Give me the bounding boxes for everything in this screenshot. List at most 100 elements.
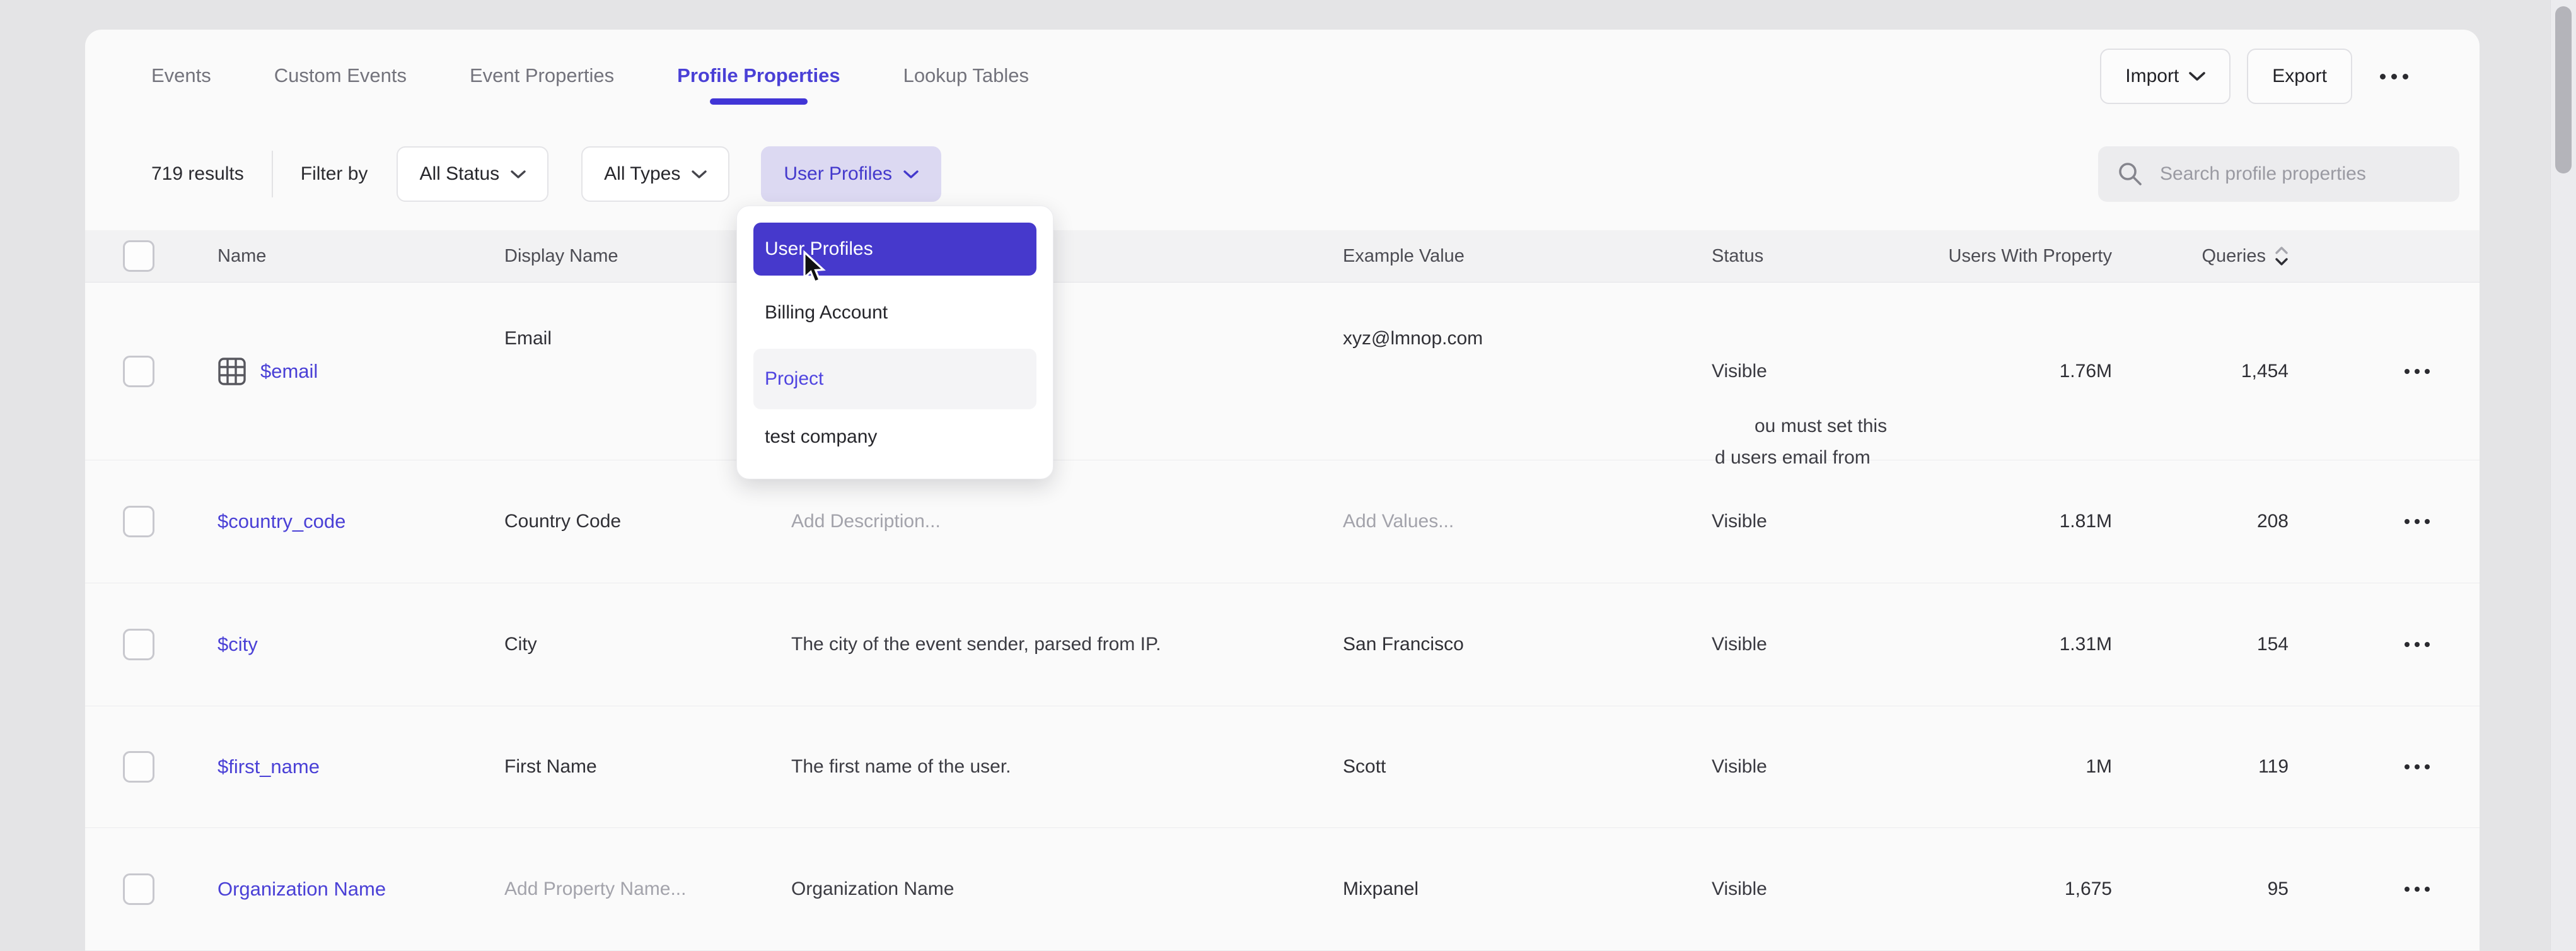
- import-label: Import: [2125, 66, 2179, 87]
- filter-bar: 719 results Filter by All Status All Typ…: [151, 146, 2459, 202]
- property-name-link[interactable]: $city: [218, 633, 258, 656]
- menu-item-label: Project: [765, 368, 823, 390]
- table-row: $city City The city of the event sender,…: [85, 583, 2480, 706]
- status-value: Visible: [1712, 756, 1767, 778]
- tab-profile-properties[interactable]: Profile Properties: [677, 62, 840, 105]
- menu-item-billing-account[interactable]: Billing Account: [753, 286, 1036, 339]
- content-card: Events Custom Events Event Properties Pr…: [85, 30, 2480, 951]
- table-row: Organization Name Add Property Name... O…: [85, 828, 2480, 951]
- column-header-status: Status: [1674, 246, 1885, 267]
- search-input[interactable]: [2159, 163, 2440, 185]
- row-actions-button[interactable]: [2396, 756, 2439, 778]
- display-name-field[interactable]: Email: [504, 328, 552, 349]
- tab-label: Event Properties: [470, 62, 614, 89]
- properties-table: Name Display Name Example Value Status U…: [85, 230, 2480, 951]
- queries-value: 119: [2258, 756, 2289, 778]
- chevron-down-icon: [692, 170, 707, 179]
- more-actions-button[interactable]: [2369, 50, 2420, 103]
- table-row: $email Email ou must set this d users em…: [85, 283, 2480, 460]
- property-name-link[interactable]: Organization Name: [218, 878, 386, 901]
- status-value: Visible: [1712, 361, 1767, 382]
- description-field[interactable]: Add Description...: [791, 511, 941, 532]
- display-name-field[interactable]: Country Code: [504, 511, 621, 532]
- menu-item-project[interactable]: Project: [753, 349, 1036, 409]
- column-header-name: Name: [180, 246, 467, 267]
- status-value: Visible: [1712, 634, 1767, 655]
- users-with-property-value: 1M: [2086, 756, 2112, 778]
- entity-filter-label: User Profiles: [784, 163, 892, 185]
- tab-label: Lookup Tables: [903, 62, 1029, 89]
- tab-events[interactable]: Events: [151, 62, 211, 105]
- column-header-example-value: Example Value: [1305, 246, 1674, 267]
- description-field[interactable]: The first name of the user.: [791, 756, 1011, 778]
- row-checkbox[interactable]: [123, 751, 154, 783]
- users-with-property-value: 1.31M: [2060, 634, 2112, 655]
- import-button[interactable]: Import: [2100, 49, 2231, 104]
- display-name-field[interactable]: First Name: [504, 756, 597, 778]
- row-actions-button[interactable]: [2396, 510, 2439, 533]
- row-actions-button[interactable]: [2396, 360, 2439, 383]
- status-value: Visible: [1712, 511, 1767, 532]
- tab-custom-events[interactable]: Custom Events: [274, 62, 407, 105]
- users-with-property-value: 1.81M: [2060, 511, 2112, 532]
- tab-lookup-tables[interactable]: Lookup Tables: [903, 62, 1029, 105]
- example-value-field[interactable]: San Francisco: [1343, 634, 1464, 655]
- tab-label: Events: [151, 62, 211, 89]
- queries-value: 95: [2268, 878, 2289, 900]
- chevron-down-icon: [2189, 71, 2205, 81]
- row-actions-button[interactable]: [2396, 878, 2439, 901]
- users-with-property-value: 1.76M: [2060, 361, 2112, 382]
- example-value-field[interactable]: xyz@lmnop.com: [1343, 328, 1483, 349]
- tab-label: Profile Properties: [677, 62, 840, 89]
- results-count: 719 results: [151, 163, 244, 185]
- description-fragment: ou must set this: [1755, 416, 1887, 437]
- menu-item-test-company[interactable]: test company: [753, 411, 1036, 464]
- menu-item-user-profiles[interactable]: User Profiles: [753, 223, 1036, 276]
- tab-event-properties[interactable]: Event Properties: [470, 62, 614, 105]
- row-checkbox[interactable]: [123, 629, 154, 660]
- row-actions-button[interactable]: [2396, 633, 2439, 656]
- description-field[interactable]: The city of the event sender, parsed fro…: [791, 634, 1161, 655]
- tab-label: Custom Events: [274, 62, 407, 89]
- status-filter-label: All Status: [419, 163, 499, 185]
- active-tab-underline: [710, 98, 808, 105]
- column-header-users-with-property: Users With Property: [1885, 246, 2200, 267]
- divider: [272, 151, 273, 197]
- example-value-field[interactable]: Mixpanel: [1343, 878, 1419, 900]
- display-name-field[interactable]: Add Property Name...: [504, 878, 686, 900]
- search-box: [2098, 146, 2459, 202]
- description-fragment: d users email from: [1715, 447, 1871, 469]
- status-filter-dropdown[interactable]: All Status: [397, 146, 548, 202]
- menu-item-label: User Profiles: [765, 238, 873, 260]
- column-header-queries[interactable]: Queries: [2200, 245, 2370, 267]
- export-button[interactable]: Export: [2247, 49, 2352, 104]
- lookup-table-grid-icon: [218, 357, 247, 386]
- table-row: $country_code Country Code Add Descripti…: [85, 460, 2480, 583]
- type-filter-label: All Types: [604, 163, 680, 185]
- display-name-field[interactable]: City: [504, 634, 537, 655]
- users-with-property-value: 1,675: [2065, 878, 2112, 900]
- toolbar: Import Export: [2100, 49, 2420, 104]
- property-name-link[interactable]: $country_code: [218, 510, 345, 533]
- tab-bar: Events Custom Events Event Properties Pr…: [151, 62, 1029, 105]
- property-name-link[interactable]: $email: [260, 360, 318, 383]
- example-value-field[interactable]: Add Values...: [1343, 511, 1454, 532]
- description-field[interactable]: Organization Name: [791, 878, 954, 900]
- example-value-field[interactable]: Scott: [1343, 756, 1386, 778]
- search-icon: [2117, 161, 2144, 187]
- table-row: $first_name First Name The first name of…: [85, 706, 2480, 828]
- select-all-checkbox[interactable]: [123, 240, 154, 272]
- row-checkbox[interactable]: [123, 356, 154, 387]
- row-checkbox[interactable]: [123, 873, 154, 905]
- scrollbar-thumb[interactable]: [2555, 6, 2572, 173]
- row-checkbox[interactable]: [123, 506, 154, 537]
- status-value: Visible: [1712, 878, 1767, 900]
- chevron-down-icon: [903, 170, 919, 179]
- property-name-link[interactable]: $first_name: [218, 756, 320, 778]
- sort-icon[interactable]: [2275, 245, 2289, 267]
- type-filter-dropdown[interactable]: All Types: [581, 146, 729, 202]
- scrollbar-track[interactable]: [2550, 0, 2576, 951]
- queries-value: 1,454: [2241, 361, 2289, 382]
- entity-filter-dropdown[interactable]: User Profiles: [761, 146, 941, 202]
- menu-item-label: test company: [765, 426, 877, 448]
